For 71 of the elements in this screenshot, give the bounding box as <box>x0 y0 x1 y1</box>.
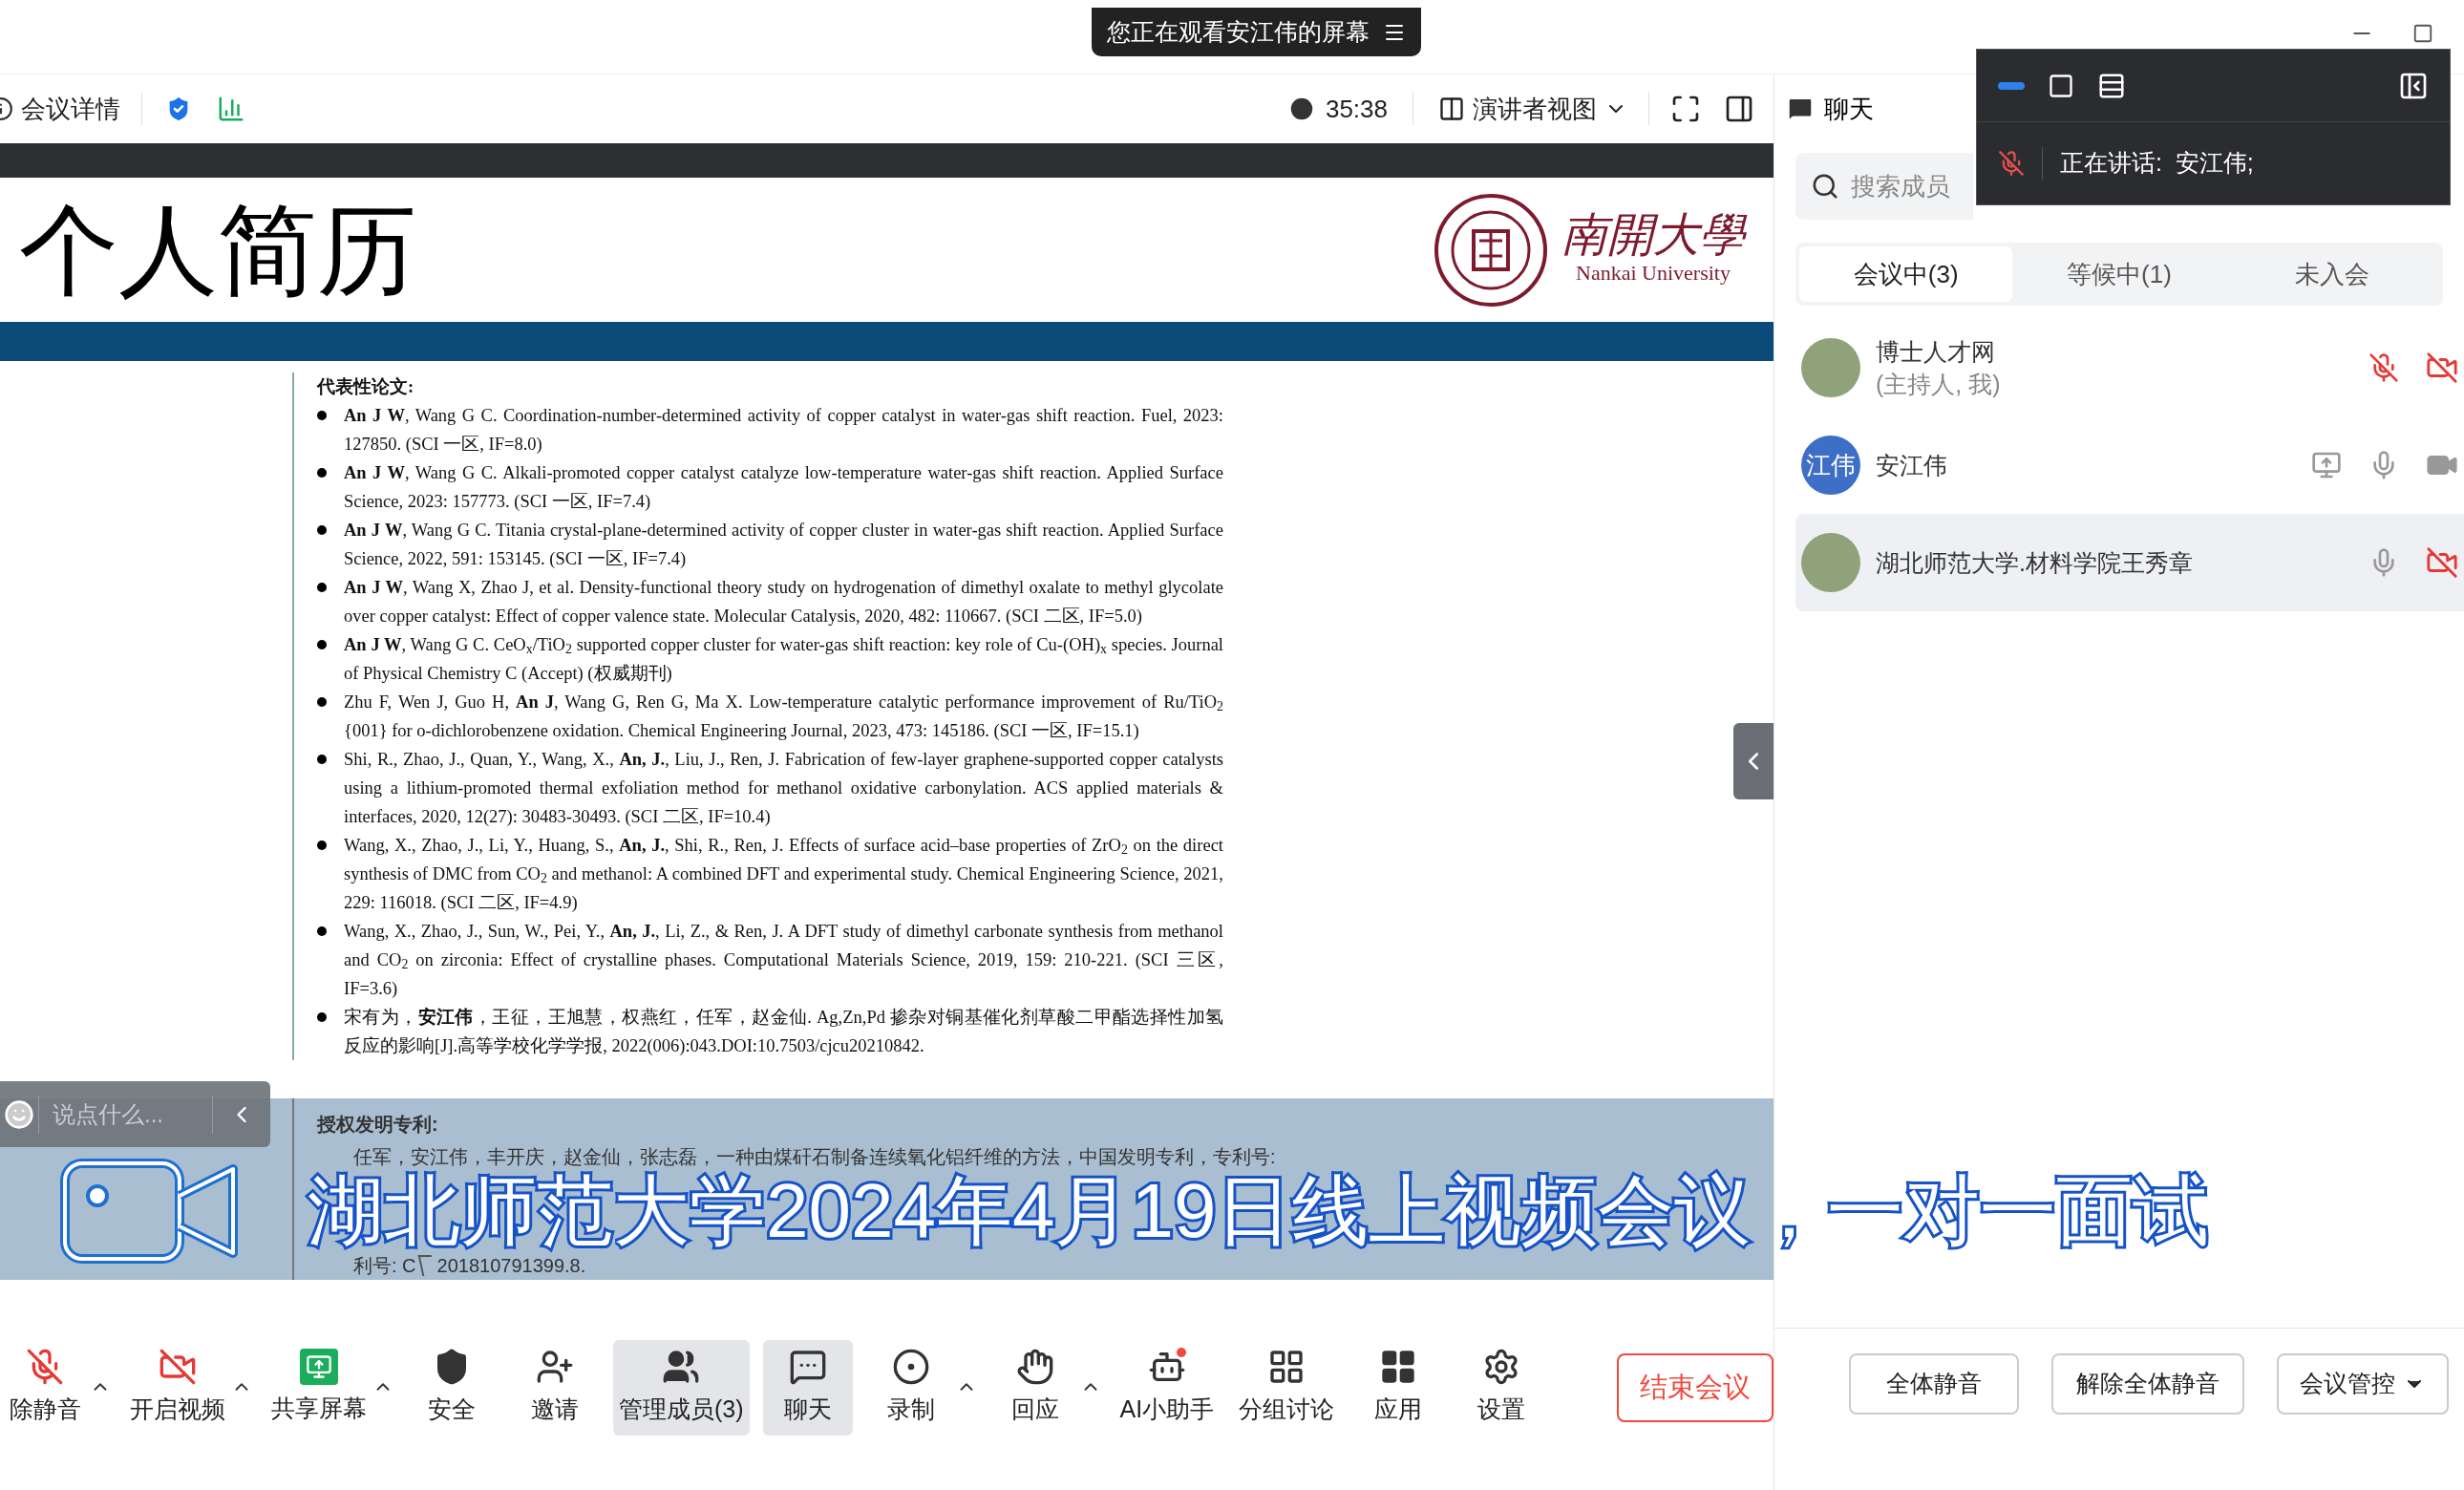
mic-off-icon <box>26 1347 64 1386</box>
minimize-icon[interactable] <box>1998 81 2025 90</box>
paper-citation: Zhu F, Wen J, Guo H, An J, Wang G, Ren G, Ma X. Low-temperature catalytic performance improvement of Ru/TiO$_{2}$ {001} for o-dichlorobenzene oxidation. Chemical Engineering Journal, 2023, 473: 145186. (SCI 一区, IF=15.1) <box>344 692 1223 742</box>
toolbar-button[interactable]: 分组讨论 <box>1233 1339 1341 1436</box>
meeting-timer: 35:38 <box>1325 93 1388 125</box>
speaking-label: 正在讲话: 安江伟; <box>2060 148 2254 179</box>
view-mode-dropdown[interactable]: 演讲者视图 <box>1438 90 1627 128</box>
paper-citation: An J W, Wang G C. Coordination-number-determined activity of copper catalyst in water-gas shift reaction. Fuel, 2023: 127850. (SCI 一区, IF=8.0) <box>344 405 1223 456</box>
paper-citation: An J W, Wang X, Zhao J, et al. Density-functional theory study on hydrogenation of dimethyl oxalate to methyl glycolate over copper catalyst: Effect of copper valence state. Molecular Catalysis, 2020, 482: 110667. (SCI 二区, IF=5.0) <box>344 577 1223 628</box>
member-row[interactable]: 江伟 安江伟 <box>1795 416 2464 514</box>
section-heading: 代表性论文: <box>317 375 415 398</box>
patent-text: 利号: C <box>353 1254 416 1278</box>
mute-control-button[interactable]: 解除全体静音 <box>2051 1353 2244 1415</box>
member-tab[interactable]: 会议中(3) <box>1799 246 2013 302</box>
member-tab[interactable]: 未入会 <box>2225 246 2439 302</box>
search-icon <box>1811 172 1839 201</box>
side-panel-icon[interactable] <box>1724 94 1754 124</box>
member-role: (主持人, 我) <box>1876 370 2002 399</box>
toolbar-button[interactable]: 设置 <box>1456 1339 1547 1436</box>
member-name: 博士人才网 <box>1876 337 1996 367</box>
toolbar-button[interactable]: 应用 <box>1353 1339 1444 1436</box>
share-screen-icon <box>300 1348 338 1385</box>
toolbar-button[interactable]: AI小助手 <box>1114 1339 1221 1436</box>
hand-icon <box>1015 1347 1054 1386</box>
record-icon <box>891 1347 930 1386</box>
paper-citation: Shi, R., Zhao, J., Quan, Y., Wang, X., An, J., Liu, J., Ren, J. Fabrication of few-layer graphene-supported copper catalysts using a lithium-promoted thermal exfoliation method for methanol oxidative carbonylation. ACS applied materials & interfaces, 2020, 12(27): 30483-30493. (SCI 二区, IF=10.4) <box>344 749 1223 828</box>
toolbar-button[interactable]: 开启视频 <box>124 1339 231 1436</box>
mic-off-icon <box>1998 150 2025 177</box>
panel-collapse-handle[interactable] <box>1733 723 1774 799</box>
member-name: 安江伟 <box>1876 451 1948 480</box>
toolbar-button[interactable]: 管理成员(3) <box>613 1339 750 1436</box>
window-icon[interactable] <box>2048 72 2074 99</box>
paper-citation: Wang, X., Zhao, J., Sun, W., Pei, Y., An, J., Li, Z., & Ren, J. A DFT study of dimethyl carbonate synthesis from methanol and CO$_{2}$ on zirconia: Effect of crystalline phases. Computational Materials Science, 2019, 159: 210-221. (SCI 三区, IF=3.6) <box>344 921 1223 1000</box>
layout-icon <box>1438 96 1465 122</box>
caption-banner-text: 湖北师范大学2024年4月19日线上视频会议，一对一面试 <box>302 1167 2216 1255</box>
viewing-notice[interactable]: 您正在观看安江伟的屏幕 <box>1091 8 1421 56</box>
toolbar-button[interactable]: 安全 <box>407 1339 497 1436</box>
meeting-info-link[interactable]: 会议详情 <box>21 90 120 128</box>
video-off-icon <box>159 1347 197 1386</box>
video-camera-icon <box>59 1158 241 1265</box>
avatar: 江伟 <box>1801 436 1860 495</box>
patent-text: 任军，安江伟，丰开庆，赵金仙，张志磊，一种由煤矸石制备连续氧化铝纤维的方法，中国发明专利，专利号: <box>352 1145 1277 1169</box>
mute-control-button[interactable]: 全体静音 <box>1849 1353 2019 1415</box>
member-row[interactable]: 湖北师范大学.材料学院王秀章 <box>1795 514 2464 611</box>
paper-citation: An J W, Wang G C. Alkali-promoted copper catalyst catalyze low-temperature water-gas shift reaction. Applied Surface Science, 2023: 157773. (SCI 一区, IF=7.4) <box>344 462 1223 513</box>
end-meeting-button[interactable]: 结束会议 <box>1617 1352 1774 1422</box>
signal-icon <box>217 95 245 123</box>
member-row[interactable]: 博士人才网 (主持人, 我) <box>1795 319 2464 416</box>
slide-title: 个人简历 <box>19 200 416 300</box>
paper-citation: An J W, Wang G C. Titania crystal-plane-determined activity of copper cluster in water-gas shift reaction. Applied Surface Science, 2022, 591: 153145. (SCI 一区, IF=7.4) <box>344 520 1223 570</box>
paper-citation: 宋有为，安江伟，王征，王旭慧，权燕红，任军，赵金仙. Ag,Zn,Pd 掺杂对铜基催化剂草酸二甲酯选择性加氢反应的影响[J].高等学校化学学报, 2022(006):043.DOI:10.7503/cjcu20210842. <box>344 1006 1223 1057</box>
paper-citation: An J W, Wang G C. CeO$_{x}$/TiO$_{2}$ supported copper cluster for water-gas shift reaction: key role of Cu-(OH)$_{x}$ species. Journal of Physical Chemistry C (Accept) (权威期刊) <box>344 634 1223 685</box>
toolbar-button[interactable]: 邀请 <box>510 1339 600 1436</box>
maximize-icon[interactable] <box>2412 23 2433 44</box>
chat-placeholder: 说点什么... <box>53 1099 164 1129</box>
chat-panel-title[interactable]: 聊天 <box>1824 90 1874 128</box>
toolbar-button[interactable]: 聊天 <box>762 1339 853 1436</box>
member-tab[interactable]: 等候中(1) <box>2012 246 2226 302</box>
paper-citation: Wang, X., Zhao, J., Li, Y., Huang, S., An, J., Shi, R., Ren, J. Effects of surface acid–base properties of ZrO$_{2}$ on the direct synthesis of DMC from CO$_{2}$ and methanol: A combined DFT and experimental study. Chemical Engineering Science, 2021, 229: 116018. (SCI 二区, IF=4.9) <box>344 835 1223 914</box>
member-name: 湖北师范大学.材料学院王秀章 <box>1876 548 2194 578</box>
fullscreen-icon[interactable] <box>1670 94 1701 124</box>
meeting-control-dropdown[interactable]: 会议管控 <box>2277 1353 2449 1415</box>
patent-text: 201810791399.8. <box>436 1254 586 1278</box>
toolbar-button[interactable]: 除静音 <box>0 1339 90 1436</box>
university-logo-subtitle: Nankai University <box>1576 260 1731 287</box>
toolbar-button[interactable]: 回应 <box>989 1339 1080 1436</box>
toolbar-button[interactable]: 共享屏幕 <box>266 1339 372 1436</box>
toolbar-button[interactable]: 录制 <box>865 1339 956 1436</box>
emoji-icon[interactable] <box>4 1098 34 1130</box>
section-heading: 授权发明专利: <box>317 1113 439 1137</box>
viewing-notice-text: 您正在观看安江伟的屏幕 <box>1106 16 1370 47</box>
